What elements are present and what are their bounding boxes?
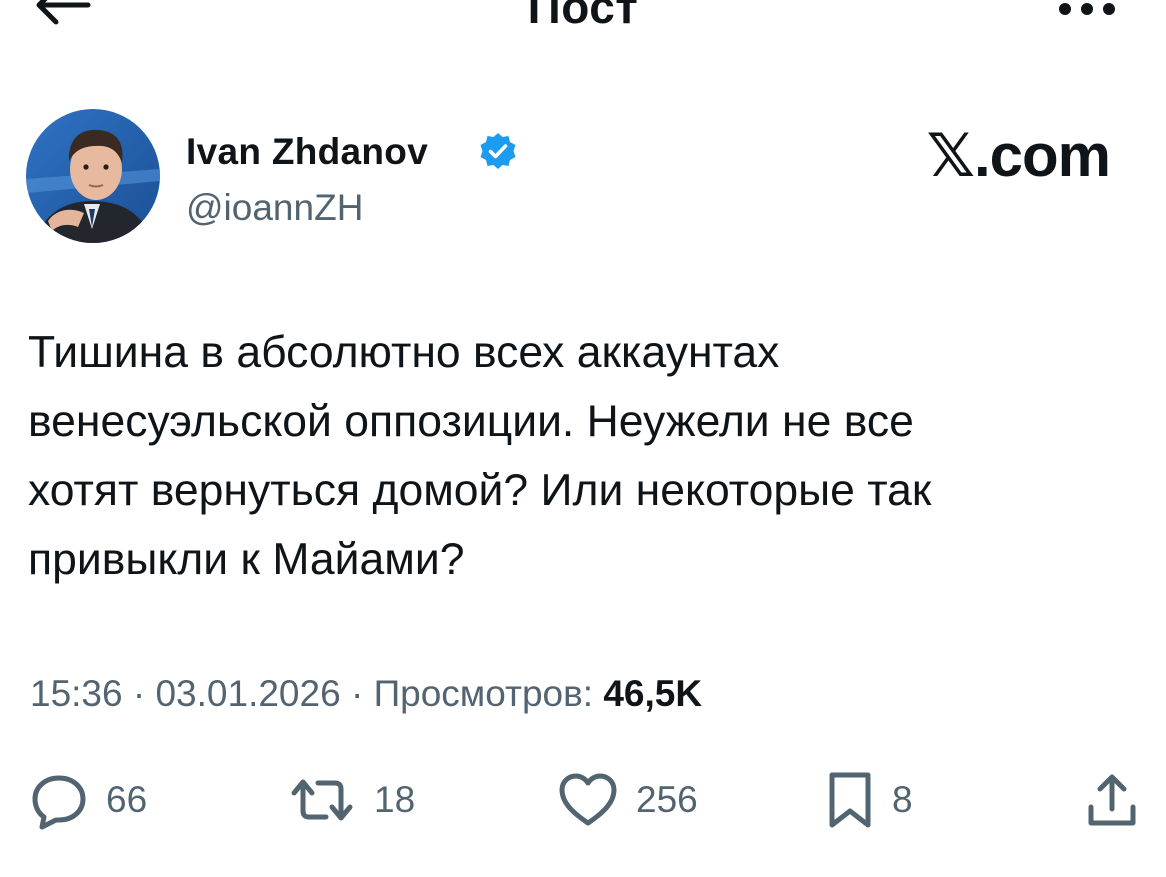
views-label: Просмотров: xyxy=(373,673,594,714)
verified-badge-icon xyxy=(480,133,516,169)
meta-separator: · xyxy=(340,673,374,714)
more-dots-icon xyxy=(1059,3,1115,15)
author-display-name[interactable]: Ivan Zhdanov xyxy=(186,131,428,173)
author-header: Ivan Zhdanov @ioannZH 𝕏.com xyxy=(26,109,1136,249)
views-count: 46,5K xyxy=(603,673,703,714)
post-meta: 15:36 · 03.01.2026 · Просмотров: 46,5K xyxy=(30,673,702,715)
repost-icon xyxy=(291,779,353,821)
x-com-watermark: 𝕏.com xyxy=(926,122,1111,189)
repost-button[interactable]: 18 xyxy=(286,765,415,835)
top-bar: Пост xyxy=(0,0,1166,40)
reply-count: 66 xyxy=(106,779,148,820)
more-button[interactable] xyxy=(1052,0,1122,24)
reply-icon xyxy=(32,775,86,830)
bookmark-button[interactable]: 8 xyxy=(824,765,913,835)
reply-button[interactable]: 66 xyxy=(28,765,147,835)
like-button[interactable]: 256 xyxy=(556,765,698,835)
page-title: Пост xyxy=(527,0,639,33)
bookmark-icon xyxy=(829,772,871,828)
share-icon xyxy=(1088,774,1136,826)
like-count: 256 xyxy=(636,779,698,820)
author-handle[interactable]: @ioannZH xyxy=(186,187,363,229)
post-time[interactable]: 15:36 xyxy=(30,673,123,714)
action-bar: 66 18 256 8 xyxy=(0,765,1166,835)
post-text: Тишина в абсолютно всех аккаунтах венесу… xyxy=(28,328,932,584)
heart-icon xyxy=(559,773,617,826)
meta-separator: · xyxy=(122,673,156,714)
post-date[interactable]: 03.01.2026 xyxy=(155,673,340,714)
bookmark-count: 8 xyxy=(892,779,913,820)
repost-count: 18 xyxy=(374,779,416,820)
avatar[interactable] xyxy=(26,109,160,243)
share-button[interactable] xyxy=(1082,765,1142,835)
